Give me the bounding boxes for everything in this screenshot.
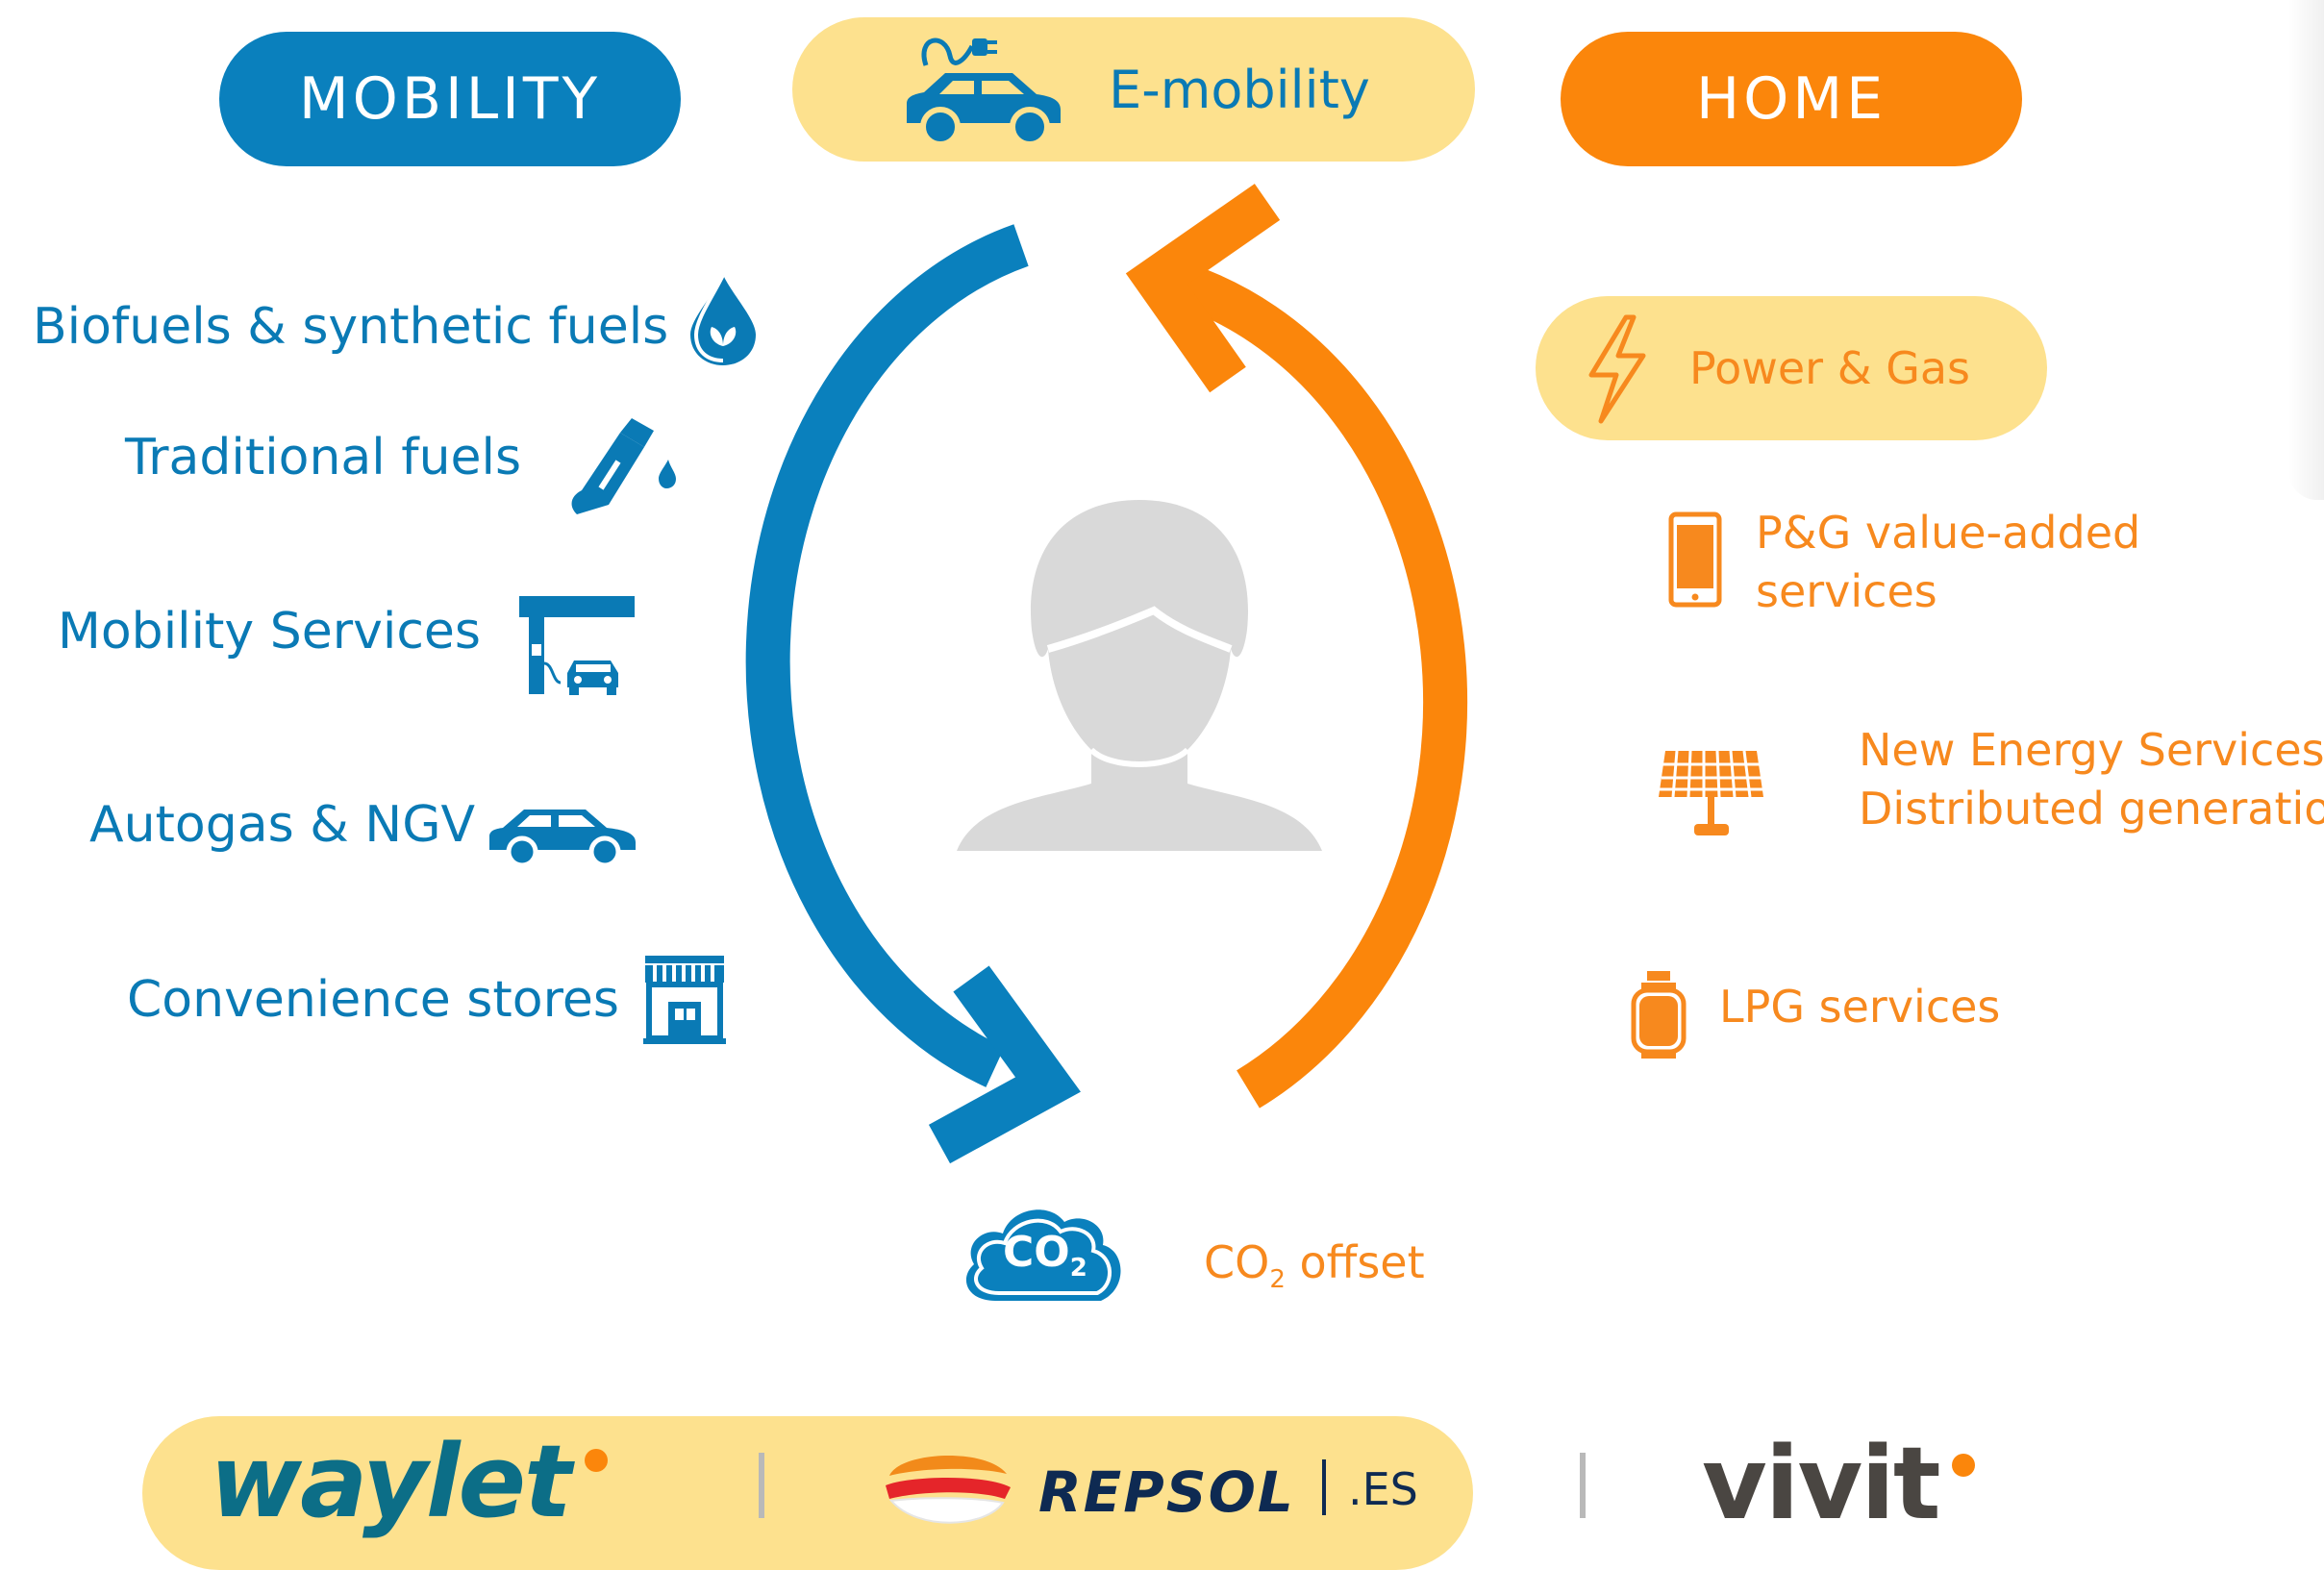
vivit-logo-dot [1952,1454,1975,1477]
co2-offset-label: CO2 offset [1204,1236,1425,1295]
pg-value-added-line1: P&G value-added [1756,507,2141,559]
power-gas-label: Power & Gas [1689,342,1970,394]
repsol-divider [1322,1459,1326,1515]
vivit-logo: vivit [1702,1425,1941,1542]
co2-cloud-text: CO2 [1003,1228,1087,1283]
repsol-wordmark: REPSOL [1038,1459,1295,1525]
repsol-domain: .ES [1348,1463,1418,1515]
gas-station-car-icon [519,596,635,695]
lpg-label: LPG services [1719,981,2001,1033]
store-icon [643,956,726,1044]
waylet-logo: waylet [210,1423,572,1540]
water-drop-leaf-icon [690,274,756,365]
brand-separator [1580,1453,1586,1518]
new-energy-line1: New Energy Services – [1859,724,2324,776]
mobility-item-convenience-stores: Convenience stores [127,971,619,1029]
mobility-item-autogas-ngv: Autogas & NGV [89,796,476,854]
gas-cylinder-icon [1631,971,1687,1059]
mobility-item-mobility-services: Mobility Services [58,603,481,660]
lightning-bolt-icon [1588,314,1646,423]
car-icon [489,810,636,868]
power-gas-pill: Power & Gas [1536,296,2047,440]
brand-separator [759,1453,764,1518]
repsol-flame-logo [886,1456,1011,1524]
mobility-item-biofuels: Biofuels & synthetic fuels [33,298,669,356]
waylet-logo-dot [585,1449,608,1472]
solar-panel-icon [1659,750,1763,835]
fuel-nozzle-icon [571,418,676,514]
pg-value-added-line2: services [1756,565,1937,617]
person-icon [957,500,1322,851]
new-energy-line2: Distributed generation [1859,783,2324,835]
smartphone-icon [1668,511,1722,608]
mobility-item-traditional-fuels: Traditional fuels [125,429,522,486]
